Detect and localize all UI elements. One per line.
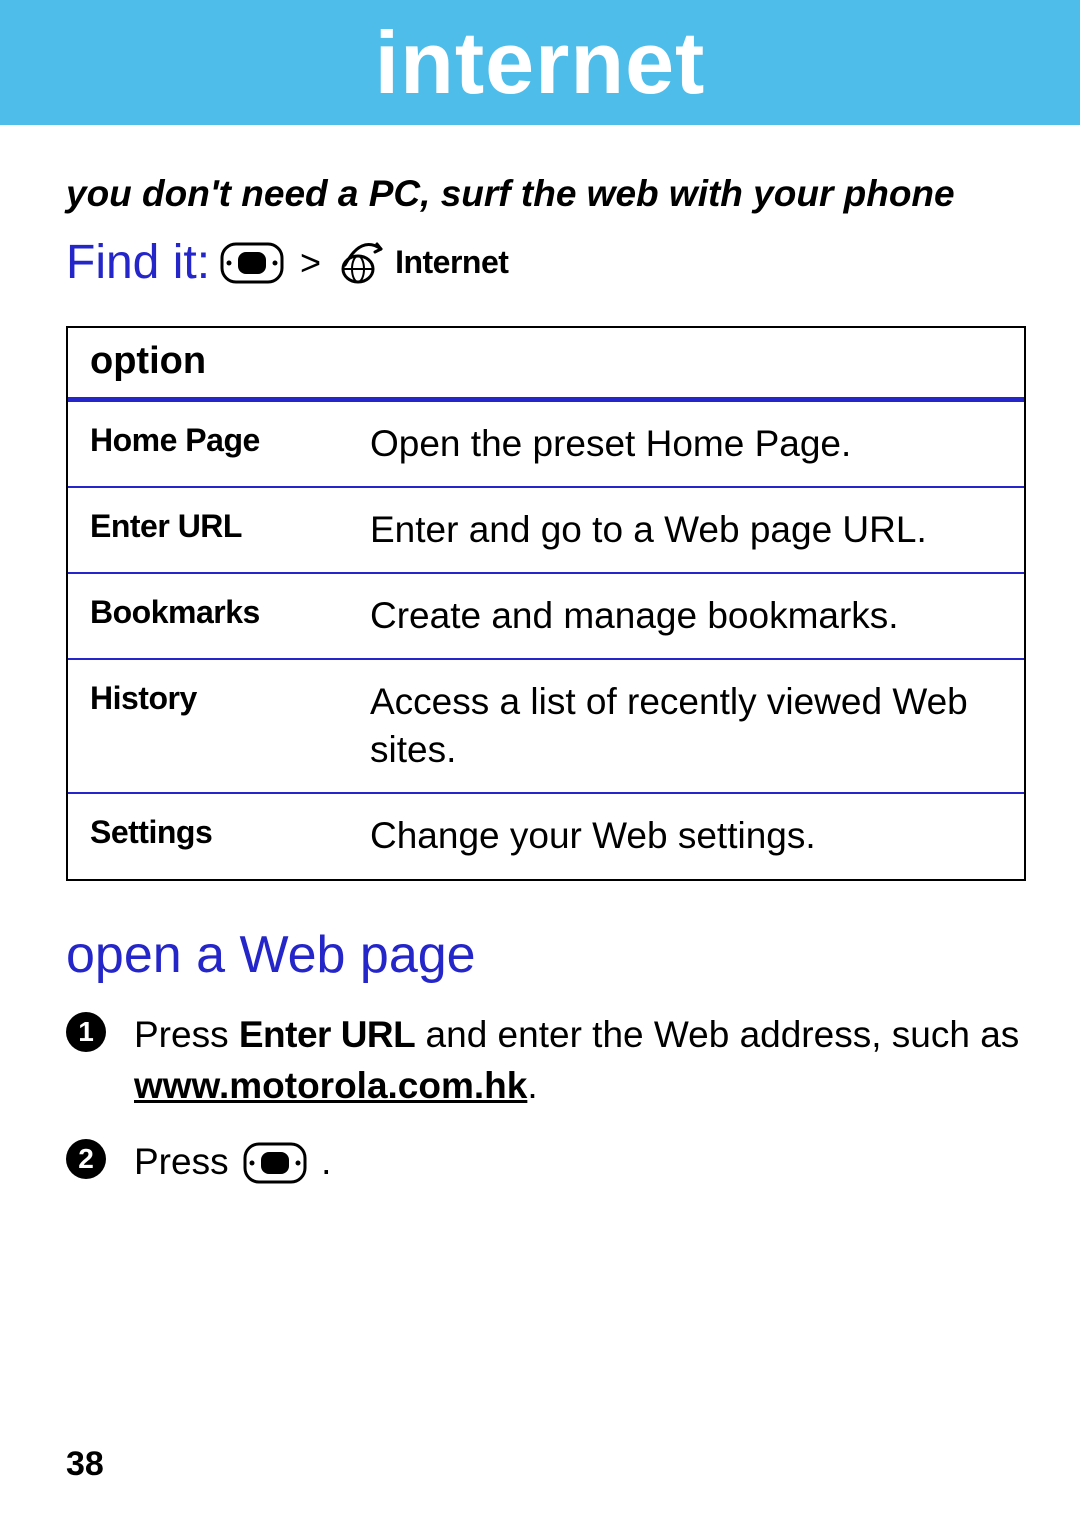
- enter-url-label: Enter URL: [239, 1014, 415, 1055]
- breadcrumb-separator: >: [300, 242, 321, 284]
- step-bullet-icon: 1: [66, 1012, 106, 1052]
- option-name: Home Page: [90, 420, 370, 468]
- option-desc: Access a list of recently viewed Web sit…: [370, 678, 1002, 774]
- table-row: Enter URL Enter and go to a Web page URL…: [68, 488, 1024, 574]
- option-name: History: [90, 678, 370, 774]
- step-2: 2 Press .: [66, 1136, 1024, 1198]
- step-1-text: Press Enter URL and enter the Web addres…: [134, 1009, 1024, 1113]
- text: Press: [134, 1141, 239, 1182]
- text: .: [527, 1065, 537, 1106]
- option-name: Enter URL: [90, 506, 370, 554]
- content-area: you don't need a PC, surf the web with y…: [0, 125, 1080, 1198]
- option-desc: Create and manage bookmarks.: [370, 592, 899, 640]
- options-table: option Home Page Open the preset Home Pa…: [66, 326, 1026, 881]
- step-bullet-icon: 2: [66, 1139, 106, 1179]
- option-name: Settings: [90, 812, 370, 860]
- nav-key-icon: [220, 242, 284, 284]
- option-desc: Change your Web settings.: [370, 812, 816, 860]
- table-row: Bookmarks Create and manage bookmarks.: [68, 574, 1024, 660]
- table-row: Settings Change your Web settings.: [68, 794, 1024, 878]
- text: .: [311, 1141, 332, 1182]
- tagline: you don't need a PC, surf the web with y…: [66, 173, 1024, 215]
- find-it-label: Find it:: [66, 235, 210, 290]
- option-desc: Enter and go to a Web page URL.: [370, 506, 927, 554]
- table-row: History Access a list of recently viewed…: [68, 660, 1024, 794]
- find-it-row: Find it: > Internet: [66, 235, 1024, 290]
- step-1: 1 Press Enter URL and enter the Web addr…: [66, 1009, 1024, 1113]
- text: Press: [134, 1014, 239, 1055]
- option-name: Bookmarks: [90, 592, 370, 640]
- page-title: internet: [375, 12, 706, 114]
- table-row: Home Page Open the preset Home Page.: [68, 402, 1024, 488]
- nav-key-icon: [243, 1142, 307, 1198]
- step-2-text: Press .: [134, 1136, 331, 1198]
- banner: internet: [0, 0, 1080, 125]
- find-it-app-label: Internet: [395, 244, 508, 281]
- example-url: www.motorola.com.hk: [134, 1065, 527, 1106]
- page-number: 38: [66, 1445, 104, 1484]
- globe-icon: [337, 241, 385, 285]
- options-table-header: option: [68, 328, 1024, 402]
- section-heading: open a Web page: [66, 925, 1024, 985]
- option-desc: Open the preset Home Page.: [370, 420, 851, 468]
- text: and enter the Web address, such as: [415, 1014, 1019, 1055]
